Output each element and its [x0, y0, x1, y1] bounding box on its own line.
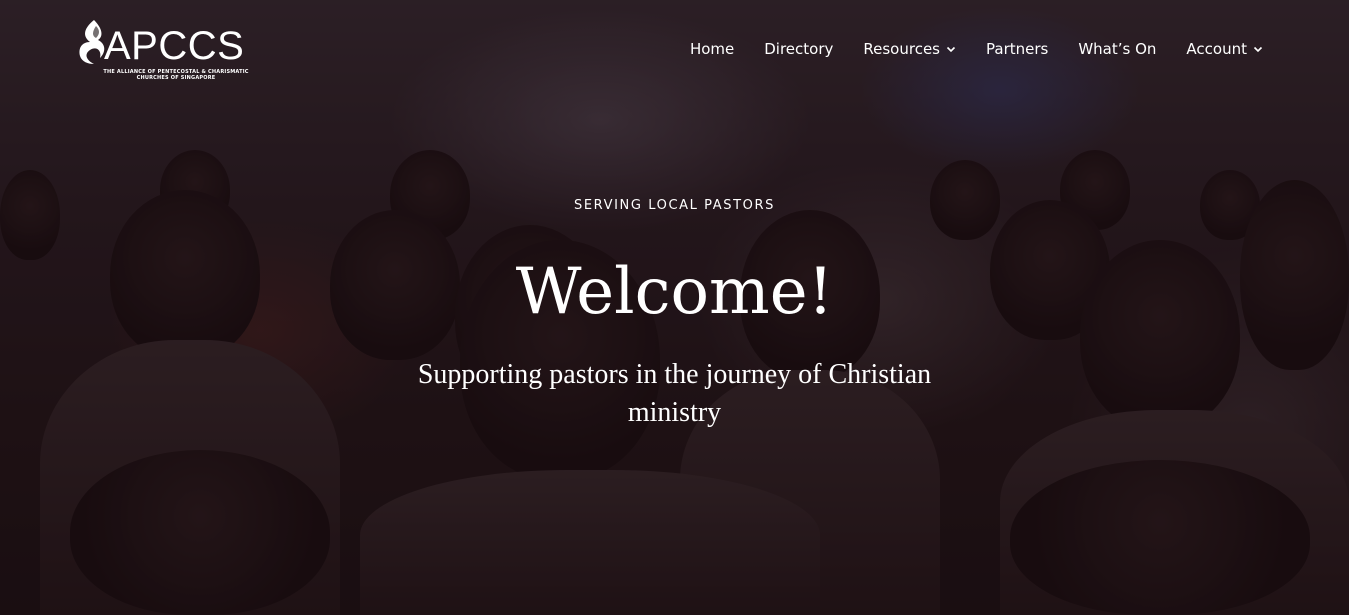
hero-section: APCCS THE ALLIANCE OF PENTECOSTAL & CHAR…: [0, 0, 1349, 615]
hero-eyebrow: SERVING LOCAL PASTORS: [573, 198, 775, 213]
nav-item-label: What’s On: [1078, 40, 1157, 58]
nav-item-partners[interactable]: Partners: [986, 38, 1048, 60]
nav-item-home[interactable]: Home: [690, 38, 734, 60]
nav-item-whats-on[interactable]: What’s On: [1078, 38, 1156, 60]
site-logo[interactable]: APCCS THE ALLIANCE OF PENTECOSTAL & CHAR…: [76, 18, 256, 88]
nav-item-label: Account: [1186, 40, 1247, 58]
logo-tagline: THE ALLIANCE OF PENTECOSTAL & CHARISMATI…: [102, 69, 250, 81]
main-navigation: Home Directory Resources Partners What’s…: [690, 38, 1263, 60]
logo-wordmark: APCCS: [104, 24, 245, 68]
nav-item-label: Home: [689, 40, 735, 58]
nav-item-label: Directory: [764, 40, 834, 58]
chevron-down-icon: [1253, 46, 1263, 53]
nav-item-resources[interactable]: Resources: [863, 38, 956, 60]
nav-item-directory[interactable]: Directory: [764, 38, 833, 60]
nav-item-account[interactable]: Account: [1186, 38, 1263, 60]
nav-item-label: Resources: [863, 40, 940, 58]
nav-item-label: Partners: [986, 40, 1049, 58]
hero-title: Welcome!: [515, 255, 834, 329]
hero-subtitle: Supporting pastors in the journey of Chr…: [417, 359, 932, 428]
chevron-down-icon: [946, 46, 956, 53]
logo-tagline-line-2: CHURCHES OF SINGAPORE: [136, 75, 216, 81]
